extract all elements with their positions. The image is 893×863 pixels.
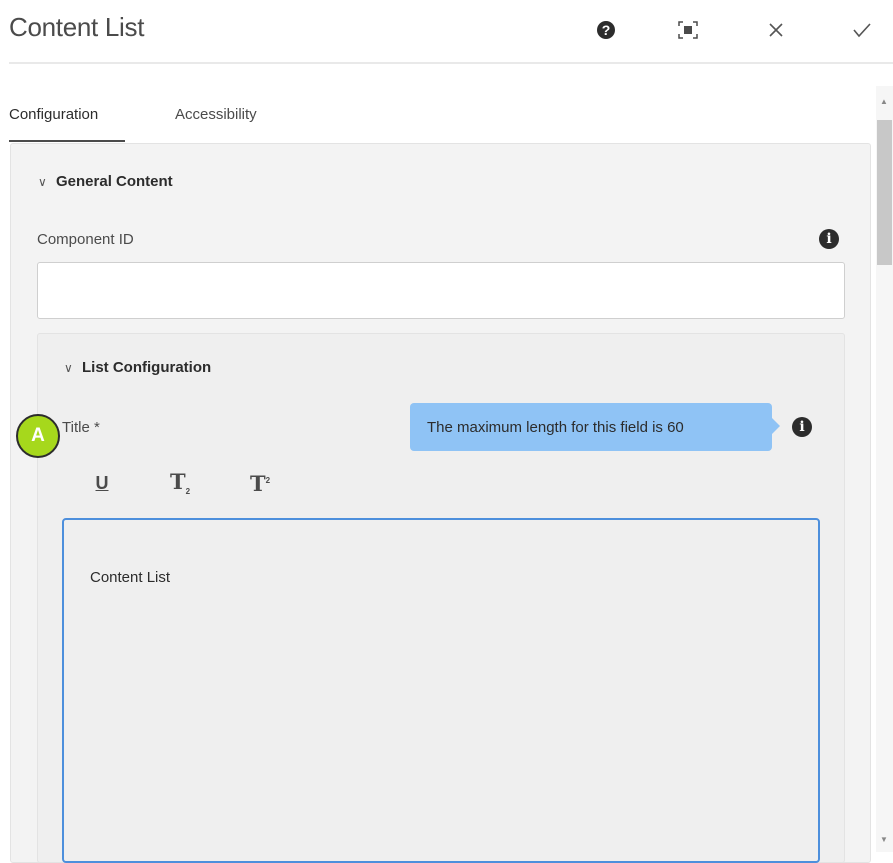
component-id-input[interactable]: [37, 262, 845, 319]
component-id-label: Component ID: [37, 231, 134, 248]
subscript-button[interactable]: T2: [162, 468, 198, 498]
title-label: Title *: [62, 419, 100, 436]
scroll-up-icon[interactable]: ▲: [878, 96, 890, 106]
superscript-icon: T2: [249, 470, 271, 496]
general-content-header[interactable]: ∨ General Content: [38, 173, 173, 190]
close-button[interactable]: [760, 14, 792, 46]
fullscreen-icon: [678, 21, 698, 39]
fullscreen-button[interactable]: [672, 14, 704, 46]
info-icon[interactable]: i: [819, 229, 839, 249]
scrollbar-thumb[interactable]: [877, 120, 892, 265]
active-tab-indicator: [9, 140, 125, 142]
dialog-title: Content List: [9, 12, 145, 42]
tab-accessibility[interactable]: Accessibility: [175, 106, 257, 123]
tab-configuration[interactable]: Configuration: [9, 106, 98, 123]
title-value: Content List: [90, 569, 171, 586]
underline-button[interactable]: U: [84, 468, 120, 498]
general-content-heading: General Content: [56, 173, 173, 190]
tooltip-arrow: [772, 418, 780, 434]
svg-text:?: ?: [602, 22, 611, 38]
info-icon[interactable]: i: [792, 417, 812, 437]
scroll-down-icon[interactable]: ▼: [878, 834, 890, 844]
annotation-marker: A: [16, 414, 60, 458]
list-configuration-heading: List Configuration: [82, 359, 212, 376]
chevron-down-icon: ∨: [64, 360, 73, 375]
superscript-button[interactable]: T2: [242, 468, 278, 498]
tooltip: The maximum length for this field is 60: [410, 403, 772, 451]
list-configuration-header[interactable]: ∨ List Configuration: [64, 359, 211, 376]
header-divider: [9, 62, 893, 64]
done-button[interactable]: [846, 14, 878, 46]
tooltip-text: The maximum length for this field is 60: [427, 418, 684, 436]
close-icon: [769, 23, 783, 37]
annotation-marker-label: A: [31, 425, 45, 446]
subscript-icon: T2: [169, 469, 191, 497]
help-circle-icon: ?: [597, 21, 615, 39]
chevron-down-icon: ∨: [38, 174, 47, 189]
title-rich-text-editor[interactable]: Content List: [62, 518, 820, 863]
underline-icon: U: [95, 472, 109, 493]
checkmark-icon: [853, 23, 871, 38]
help-button[interactable]: ?: [590, 14, 622, 46]
